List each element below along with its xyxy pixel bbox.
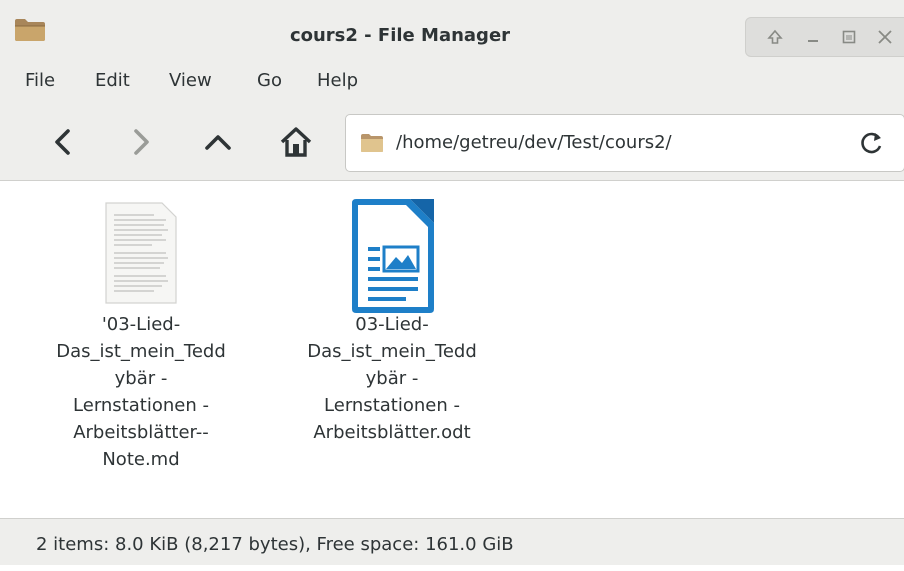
file-name: 03-Lied- Das_ist_mein_Tedd ybär - Lernst… <box>307 314 477 443</box>
home-icon[interactable] <box>276 122 316 162</box>
file-item[interactable]: '03-Lied- Das_ist_mein_Tedd ybär - Lerns… <box>26 181 256 518</box>
menu-view[interactable]: View <box>169 58 212 102</box>
menu-edit[interactable]: Edit <box>95 58 130 102</box>
status-text: 2 items: 8.0 KiB (8,217 bytes), Free spa… <box>36 534 514 555</box>
window-controls <box>745 17 904 57</box>
minimize-icon[interactable] <box>802 26 824 48</box>
text-document-icon <box>105 202 177 304</box>
window-title: cours2 - File Manager <box>289 25 511 46</box>
close-icon[interactable] <box>874 26 896 48</box>
menu-bar: File Edit View Go Help <box>0 58 904 102</box>
keep-above-icon[interactable] <box>764 26 786 48</box>
menu-file[interactable]: File <box>25 58 55 102</box>
reload-icon[interactable] <box>858 129 886 157</box>
menu-help[interactable]: Help <box>317 58 358 102</box>
location-input[interactable] <box>396 115 836 171</box>
location-bar[interactable] <box>345 114 904 172</box>
chevron-up-icon[interactable] <box>198 122 238 162</box>
maximize-icon[interactable] <box>838 26 860 48</box>
file-name: '03-Lied- Das_ist_mein_Tedd ybär - Lerns… <box>56 314 226 470</box>
folder-icon <box>361 134 383 152</box>
status-bar: 2 items: 8.0 KiB (8,217 bytes), Free spa… <box>0 518 904 565</box>
writer-document-icon <box>352 199 434 313</box>
toolbar <box>0 102 904 181</box>
file-item[interactable]: 03-Lied- Das_ist_mein_Tedd ybär - Lernst… <box>277 181 507 518</box>
title-bar[interactable]: cours2 - File Manager <box>0 0 904 59</box>
chevron-right-icon[interactable] <box>120 122 160 162</box>
chevron-left-icon[interactable] <box>44 122 84 162</box>
file-view[interactable]: '03-Lied- Das_ist_mein_Tedd ybär - Lerns… <box>0 181 904 518</box>
menu-go[interactable]: Go <box>257 58 282 102</box>
